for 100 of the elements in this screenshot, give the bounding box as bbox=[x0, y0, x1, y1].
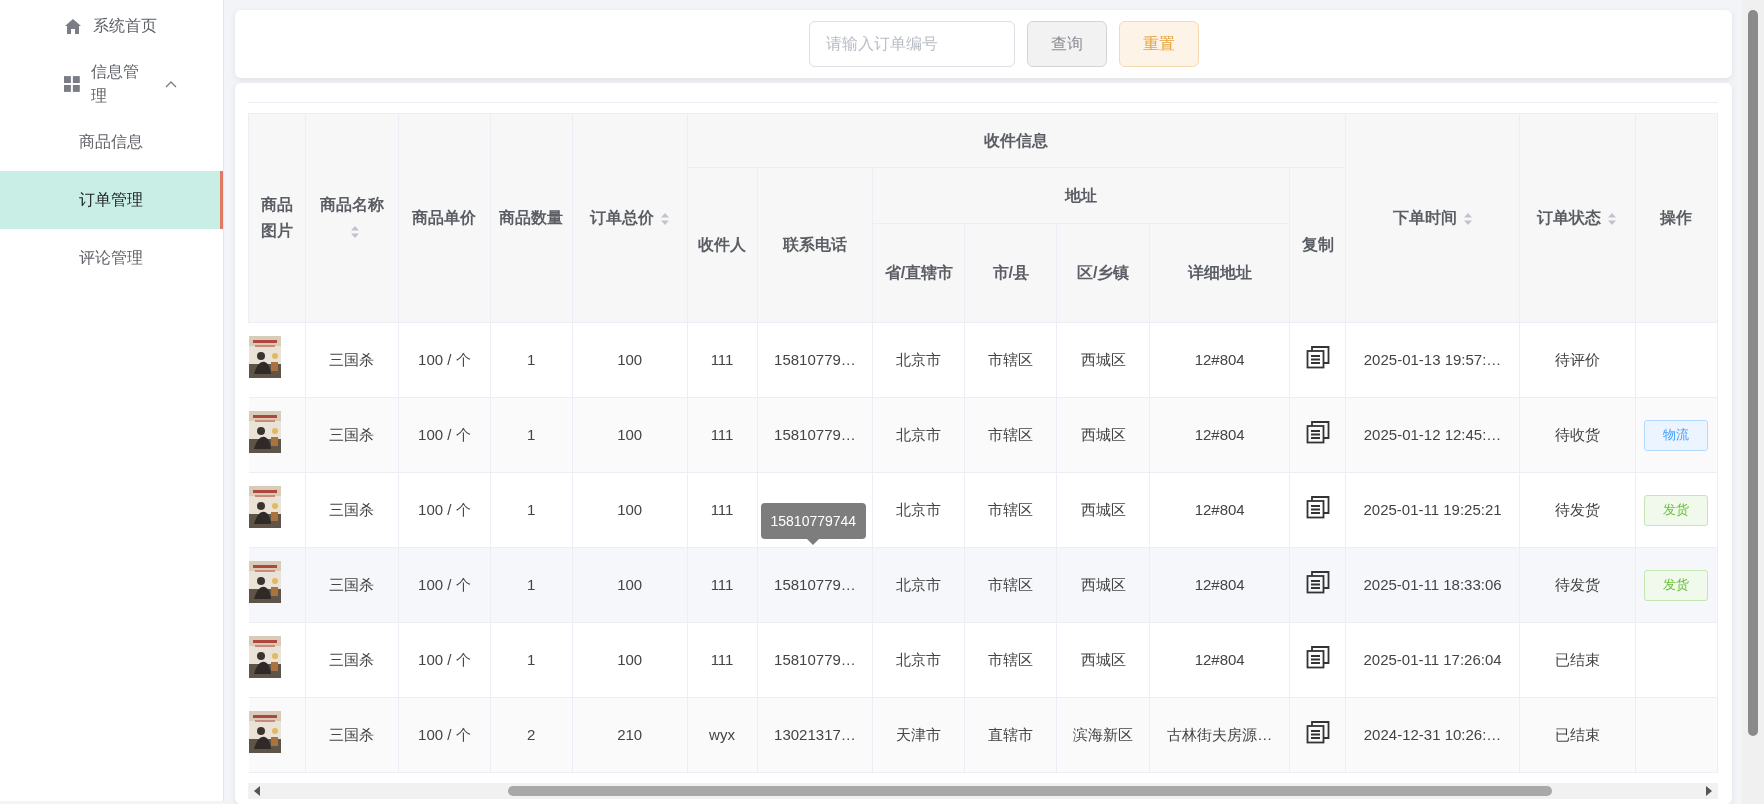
column-header: 市/县 bbox=[992, 264, 1030, 282]
table-cell: 古林街夫房源… bbox=[1149, 697, 1290, 773]
column-header: 商品名称 bbox=[319, 196, 384, 214]
table-cell: 2024-12-31 10:26:… bbox=[1345, 697, 1520, 773]
column-header: 省/直辖市 bbox=[884, 264, 954, 282]
table-cell: 111 bbox=[687, 397, 757, 473]
table-cell: 2025-01-12 12:45:… bbox=[1345, 397, 1520, 473]
copy-icon[interactable] bbox=[1305, 344, 1330, 369]
table-cell: 1 bbox=[490, 322, 573, 398]
column-header: 商品单价 bbox=[412, 209, 477, 227]
table-cell: 滨海新区 bbox=[1056, 697, 1150, 773]
table-cell: 1 bbox=[490, 622, 573, 698]
column-header: 商品图片 bbox=[260, 196, 293, 240]
column-header: 详细地址 bbox=[1187, 264, 1252, 282]
table-cell: 待评价 bbox=[1519, 322, 1636, 398]
table-cell: 111 bbox=[687, 472, 757, 548]
column-header: 订单状态 bbox=[1537, 209, 1602, 227]
table-cell: 待发货 bbox=[1519, 547, 1636, 623]
column-header: 下单时间 bbox=[1392, 209, 1457, 227]
home-icon bbox=[64, 17, 82, 35]
table-cell: 待收货 bbox=[1519, 397, 1636, 473]
table-cell: 100 bbox=[572, 622, 688, 698]
copy-icon[interactable] bbox=[1305, 419, 1330, 444]
table-cell: 111 bbox=[687, 322, 757, 398]
grid-icon bbox=[64, 76, 80, 92]
table-cell: 北京市 bbox=[872, 322, 965, 398]
table-cell: 三国杀 bbox=[305, 397, 399, 473]
table-cell: 100 / 个 bbox=[398, 697, 491, 773]
table-cell: 北京市 bbox=[872, 397, 965, 473]
table-cell: 2025-01-13 19:57:… bbox=[1345, 322, 1520, 398]
table-cell: 市辖区 bbox=[964, 547, 1057, 623]
tooltip: 15810779744 bbox=[760, 503, 867, 540]
chevron-icon[interactable] bbox=[165, 80, 177, 88]
table-cell: 西城区 bbox=[1056, 472, 1150, 548]
table-cell: 天津市 bbox=[872, 697, 965, 773]
table-cell: 111 bbox=[687, 622, 757, 698]
table-cell: 15810779… bbox=[757, 397, 873, 473]
column-header: 商品数量 bbox=[499, 209, 564, 227]
table-cell: 市辖区 bbox=[964, 472, 1057, 548]
copy-icon[interactable] bbox=[1305, 569, 1330, 594]
table-cell: 市辖区 bbox=[964, 622, 1057, 698]
table-cell: 100 bbox=[572, 547, 688, 623]
table-cell: 1 bbox=[490, 397, 573, 473]
table-cell: 15810779… bbox=[757, 547, 873, 623]
menu-item[interactable]: 信息管理 bbox=[0, 55, 223, 113]
order-number-field[interactable]: 请输入订单编号 bbox=[808, 21, 1015, 68]
horizontal-scrollbar[interactable] bbox=[248, 783, 1718, 800]
table-cell: 100 / 个 bbox=[398, 547, 491, 623]
column-header: 复制 bbox=[1301, 236, 1334, 254]
table-cell: 三国杀 bbox=[305, 322, 399, 398]
table-cell: 100 / 个 bbox=[398, 472, 491, 548]
table-cell: 北京市 bbox=[872, 622, 965, 698]
menu-label: 信息管理 bbox=[90, 62, 140, 106]
column-header: 地址 bbox=[1065, 186, 1098, 204]
table-cell: 北京市 bbox=[872, 547, 965, 623]
copy-icon[interactable] bbox=[1305, 494, 1330, 519]
table-cell: 100 / 个 bbox=[398, 622, 491, 698]
table-cell: 已结束 bbox=[1519, 697, 1636, 773]
column-header: 操作 bbox=[1660, 209, 1693, 227]
table-cell: 15810779… bbox=[757, 322, 873, 398]
table-cell: 100 / 个 bbox=[398, 397, 491, 473]
column-header: 联系电话 bbox=[782, 236, 847, 254]
column-header: 订单总价 bbox=[589, 209, 654, 227]
table-cell: 西城区 bbox=[1056, 397, 1150, 473]
table-cell: 100 / 个 bbox=[398, 322, 491, 398]
column-header: 区/乡镇 bbox=[1077, 264, 1130, 282]
copy-icon[interactable] bbox=[1305, 644, 1330, 669]
table-cell: 12#804 bbox=[1149, 547, 1290, 623]
table-cell: 三国杀 bbox=[305, 697, 399, 773]
table-cell: 直辖市 bbox=[964, 697, 1057, 773]
table-cell: 12#804 bbox=[1149, 472, 1290, 548]
table-cell: 210 bbox=[572, 697, 688, 773]
copy-icon[interactable] bbox=[1305, 719, 1330, 744]
submenu-item[interactable]: 商品信息 bbox=[0, 113, 223, 171]
table-cell: 西城区 bbox=[1056, 547, 1150, 623]
table-cell: 2 bbox=[490, 697, 573, 773]
table-cell: 三国杀 bbox=[305, 622, 399, 698]
submenu-item[interactable]: 订单管理 bbox=[0, 171, 223, 229]
table-cell: 西城区 bbox=[1056, 622, 1150, 698]
table-cell: 12#804 bbox=[1149, 397, 1290, 473]
tooltip-pointer-icon bbox=[807, 539, 820, 546]
table-cell: 100 bbox=[572, 397, 688, 473]
menu-label: 系统首页 bbox=[93, 16, 157, 36]
table-cell: 市辖区 bbox=[964, 322, 1057, 398]
submenu-item[interactable]: 评论管理 bbox=[0, 229, 223, 287]
table-cell: 15810779… bbox=[757, 622, 873, 698]
table-cell: 2025-01-11 19:25:21 bbox=[1345, 472, 1520, 548]
table-cell: 北京市 bbox=[872, 472, 965, 548]
table-cell: 2025-01-11 17:26:04 bbox=[1345, 622, 1520, 698]
table-cell: 三国杀 bbox=[305, 472, 399, 548]
vertical-scrollbar[interactable] bbox=[1742, 0, 1764, 804]
table-cell: 西城区 bbox=[1056, 322, 1150, 398]
table-cell: 12#804 bbox=[1149, 622, 1290, 698]
menu-item[interactable]: 系统首页 bbox=[0, 0, 223, 55]
table-cell: 100 bbox=[572, 322, 688, 398]
table-cell: 已结束 bbox=[1519, 622, 1636, 698]
table-cell: 12#804 bbox=[1149, 322, 1290, 398]
column-header: 收件信息 bbox=[984, 131, 1049, 149]
table-cell: 待发货 bbox=[1519, 472, 1636, 548]
table-cell: 三国杀 bbox=[305, 547, 399, 623]
